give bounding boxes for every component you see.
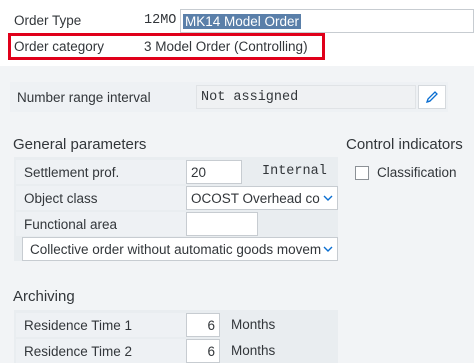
- archiving-title: Archiving: [13, 288, 75, 305]
- chevron-down-icon: [323, 246, 333, 252]
- order-type-description-selected-text: MK14 Model Order: [183, 13, 302, 29]
- order-type-label: Order Type: [14, 13, 82, 28]
- object-class-select[interactable]: OCOST Overhead co: [186, 186, 338, 210]
- residence-time-1-input[interactable]: 6: [186, 313, 220, 337]
- functional-area-label: Functional area: [16, 212, 186, 236]
- settlement-profile-description: Internal: [262, 164, 327, 179]
- residence-time-1-label: Residence Time 1: [16, 313, 186, 337]
- settlement-profile-input[interactable]: 20: [186, 160, 242, 184]
- edit-number-range-button[interactable]: [418, 85, 446, 109]
- order-type-code[interactable]: 12MO: [144, 13, 176, 28]
- chevron-down-icon: [323, 195, 333, 201]
- order-type-description-field[interactable]: MK14 Model Order: [180, 9, 474, 33]
- goods-movement-select[interactable]: Collective order without automatic goods…: [22, 237, 338, 261]
- residence-time-1-unit: Months: [231, 317, 276, 332]
- residence-time-2-label: Residence Time 2: [16, 339, 186, 363]
- pencil-icon: [425, 91, 438, 104]
- classification-label: Classification: [377, 165, 457, 180]
- object-class-label: Object class: [16, 186, 186, 210]
- general-parameters-title: General parameters: [13, 136, 147, 153]
- functional-area-input[interactable]: [186, 212, 258, 236]
- order-category-highlight: [8, 33, 325, 60]
- number-range-value: Not assigned: [201, 89, 299, 105]
- control-indicators-title: Control indicators: [346, 136, 463, 153]
- number-range-label: Number range interval: [17, 90, 151, 105]
- number-range-value-field: Not assigned: [196, 85, 416, 109]
- residence-time-2-unit: Months: [231, 343, 276, 358]
- settlement-profile-label: Settlement prof.: [16, 160, 186, 184]
- residence-time-2-input[interactable]: 6: [186, 339, 220, 363]
- classification-checkbox[interactable]: [355, 166, 369, 180]
